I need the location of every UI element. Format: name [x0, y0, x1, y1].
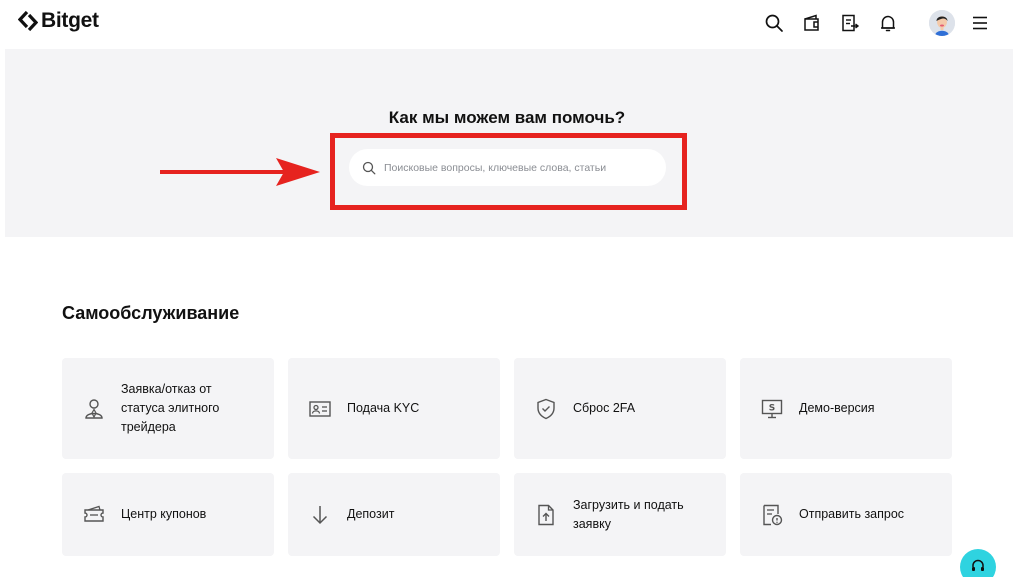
demo-monitor-icon: S	[759, 396, 785, 422]
card-demo[interactable]: S Демо-версия	[740, 358, 952, 459]
card-label: Депозит	[347, 507, 395, 521]
help-center-page: Bitget Как мы можем вам помочь? Поисковы…	[0, 0, 1024, 577]
search-icon[interactable]	[763, 12, 785, 34]
avatar[interactable]	[929, 10, 955, 36]
wallet-icon[interactable]	[801, 12, 823, 34]
arrow-down-icon	[307, 502, 333, 528]
card-elite-trader-status[interactable]: Заявка/отказ от статуса элитного трейдер…	[62, 358, 274, 459]
card-reset-2fa[interactable]: Сброс 2FA	[514, 358, 726, 459]
card-upload-request[interactable]: Загрузить и подать заявку	[514, 473, 726, 556]
upload-file-icon	[533, 502, 559, 528]
id-card-icon	[307, 396, 333, 422]
elite-trader-icon	[81, 396, 107, 422]
card-label: Заявка/отказ от статуса элитного трейдер…	[121, 382, 220, 434]
card-send-request[interactable]: Отправить запрос	[740, 473, 952, 556]
coupon-icon	[81, 502, 107, 528]
card-label: Подача KYC	[347, 401, 420, 415]
menu-icon[interactable]	[969, 12, 991, 34]
card-label: Загрузить и подать заявку	[573, 497, 684, 531]
card-label: Сброс 2FA	[573, 401, 636, 415]
card-coupon-center[interactable]: Центр купонов	[62, 473, 274, 556]
section-title: Самообслуживание	[62, 303, 240, 323]
search-highlight-frame	[330, 133, 687, 210]
bitget-logo-icon	[18, 10, 38, 32]
card-label: Демо-версия	[799, 401, 875, 415]
request-icon	[759, 502, 785, 528]
bell-icon[interactable]	[877, 12, 899, 34]
pointer-arrow	[160, 158, 320, 186]
card-label: Отправить запрос	[799, 507, 905, 521]
hero-title: Как мы можем вам помочь?	[388, 108, 626, 127]
logo-text: Bitget	[41, 9, 99, 32]
card-label: Центр купонов	[121, 507, 207, 521]
shield-icon	[533, 396, 559, 422]
card-kyc[interactable]: Подача KYC	[288, 358, 500, 459]
orders-icon[interactable]	[839, 12, 861, 34]
card-deposit[interactable]: Депозит	[288, 473, 500, 556]
top-header: Bitget	[0, 0, 1024, 48]
svg-text:S: S	[769, 403, 775, 413]
bitget-logo[interactable]: Bitget	[18, 9, 99, 33]
support-chat-button[interactable]	[960, 549, 996, 577]
headset-icon	[972, 559, 984, 571]
